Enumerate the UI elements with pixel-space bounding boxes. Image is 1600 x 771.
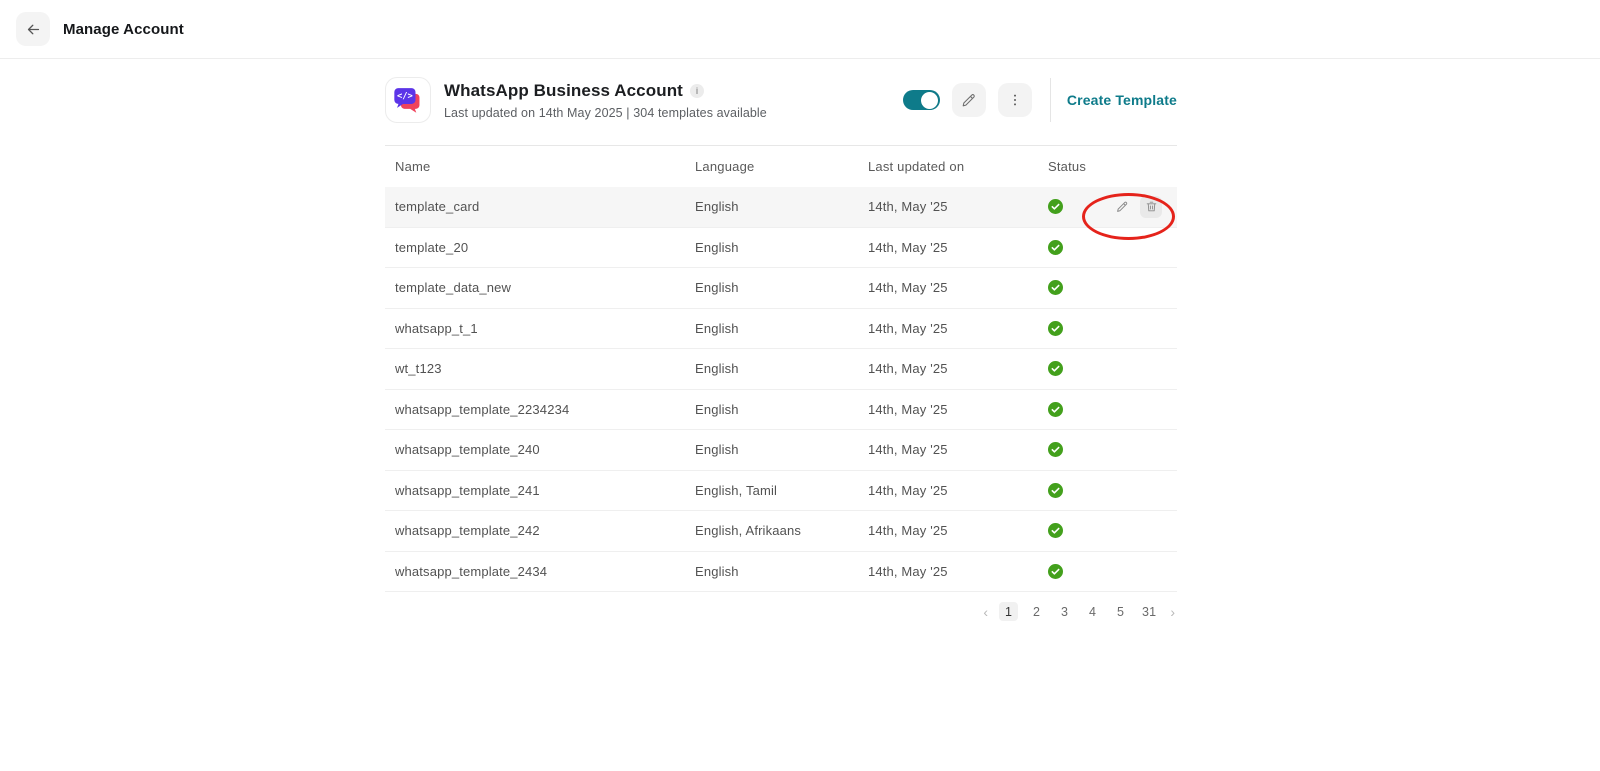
pagination-page-1[interactable]: 1 [999,602,1018,621]
template-name: template_card [385,199,695,214]
template-language: English [695,240,868,255]
template-language: English [695,402,868,417]
delete-template-button[interactable] [1140,196,1162,218]
kebab-menu-icon [1007,92,1023,108]
templates-table: Name Language Last updated on Status tem… [385,145,1177,592]
pencil-icon [960,92,977,109]
account-subtitle: Last updated on 14th May 2025 | 304 temp… [444,106,767,120]
divider [1050,78,1051,122]
template-updated: 14th, May '25 [868,361,1042,376]
table-row[interactable]: whatsapp_template_2234234 English 14th, … [385,390,1177,431]
template-language: English [695,280,868,295]
pagination-page-4[interactable]: 4 [1083,602,1102,621]
pagination-page-2[interactable]: 2 [1027,602,1046,621]
template-updated: 14th, May '25 [868,564,1042,579]
svg-text:</>: </> [397,92,413,102]
template-name: whatsapp_template_240 [385,442,695,457]
template-name: whatsapp_template_242 [385,523,695,538]
pagination-page-5[interactable]: 5 [1111,602,1130,621]
table-row[interactable]: whatsapp_template_2434 English 14th, May… [385,552,1177,593]
table-header-row: Name Language Last updated on Status [385,146,1177,187]
status-approved-icon [1048,402,1063,417]
template-name: template_20 [385,240,695,255]
template-name: whatsapp_t_1 [385,321,695,336]
template-name: whatsapp_template_2234234 [385,402,695,417]
template-language: English [695,442,868,457]
pagination-next-icon[interactable]: › [1168,604,1177,620]
table-row[interactable]: template_data_new English 14th, May '25 [385,268,1177,309]
template-language: English [695,199,868,214]
topbar: Manage Account [0,0,1600,59]
table-row[interactable]: wt_t123 English 14th, May '25 [385,349,1177,390]
account-title: WhatsApp Business Account [444,81,683,101]
status-approved-icon [1048,240,1063,255]
status-approved-icon [1048,564,1063,579]
page-title: Manage Account [63,21,184,38]
status-approved-icon [1048,483,1063,498]
pagination-page-3[interactable]: 3 [1055,602,1074,621]
whatsapp-business-icon: </> [385,77,431,123]
status-approved-icon [1048,199,1063,214]
create-template-button[interactable]: Create Template [1067,92,1177,108]
template-name: whatsapp_template_241 [385,483,695,498]
edit-account-button[interactable] [952,83,986,117]
table-row[interactable]: whatsapp_template_240 English 14th, May … [385,430,1177,471]
template-name: wt_t123 [385,361,695,376]
template-name: template_data_new [385,280,695,295]
template-language: English, Afrikaans [695,523,868,538]
template-language: English, Tamil [695,483,868,498]
table-row[interactable]: whatsapp_template_242 English, Afrikaans… [385,511,1177,552]
template-name: whatsapp_template_2434 [385,564,695,579]
status-approved-icon [1048,321,1063,336]
table-row[interactable]: template_20 English 14th, May '25 [385,228,1177,269]
status-approved-icon [1048,361,1063,376]
col-header-status: Status [1042,159,1102,174]
template-updated: 14th, May '25 [868,321,1042,336]
pagination-prev-icon[interactable]: ‹ [981,604,990,620]
pencil-icon [1115,200,1129,214]
template-updated: 14th, May '25 [868,523,1042,538]
account-header: </> WhatsApp Business Account i Last upd… [385,77,1177,123]
status-approved-icon [1048,523,1063,538]
template-language: English [695,564,868,579]
trash-icon [1145,200,1158,213]
col-header-name: Name [385,159,695,174]
edit-template-button[interactable] [1111,196,1133,218]
template-updated: 14th, May '25 [868,199,1042,214]
account-enabled-toggle[interactable] [903,90,940,110]
status-approved-icon [1048,280,1063,295]
table-row[interactable]: template_card English 14th, May '25 [385,187,1177,228]
back-button[interactable] [16,12,50,46]
template-updated: 14th, May '25 [868,280,1042,295]
pagination: ‹ 1 2 3 4 5 31 › [385,602,1177,621]
more-options-button[interactable] [998,83,1032,117]
template-updated: 14th, May '25 [868,442,1042,457]
status-approved-icon [1048,442,1063,457]
template-updated: 14th, May '25 [868,402,1042,417]
col-header-updated: Last updated on [868,159,1042,174]
col-header-language: Language [695,159,868,174]
toggle-knob [921,92,938,109]
table-row[interactable]: whatsapp_t_1 English 14th, May '25 [385,309,1177,350]
pagination-page-31[interactable]: 31 [1139,602,1159,621]
template-language: English [695,361,868,376]
template-updated: 14th, May '25 [868,483,1042,498]
arrow-left-icon [25,21,42,38]
template-updated: 14th, May '25 [868,240,1042,255]
table-row[interactable]: whatsapp_template_241 English, Tamil 14t… [385,471,1177,512]
info-icon[interactable]: i [690,84,704,98]
template-language: English [695,321,868,336]
